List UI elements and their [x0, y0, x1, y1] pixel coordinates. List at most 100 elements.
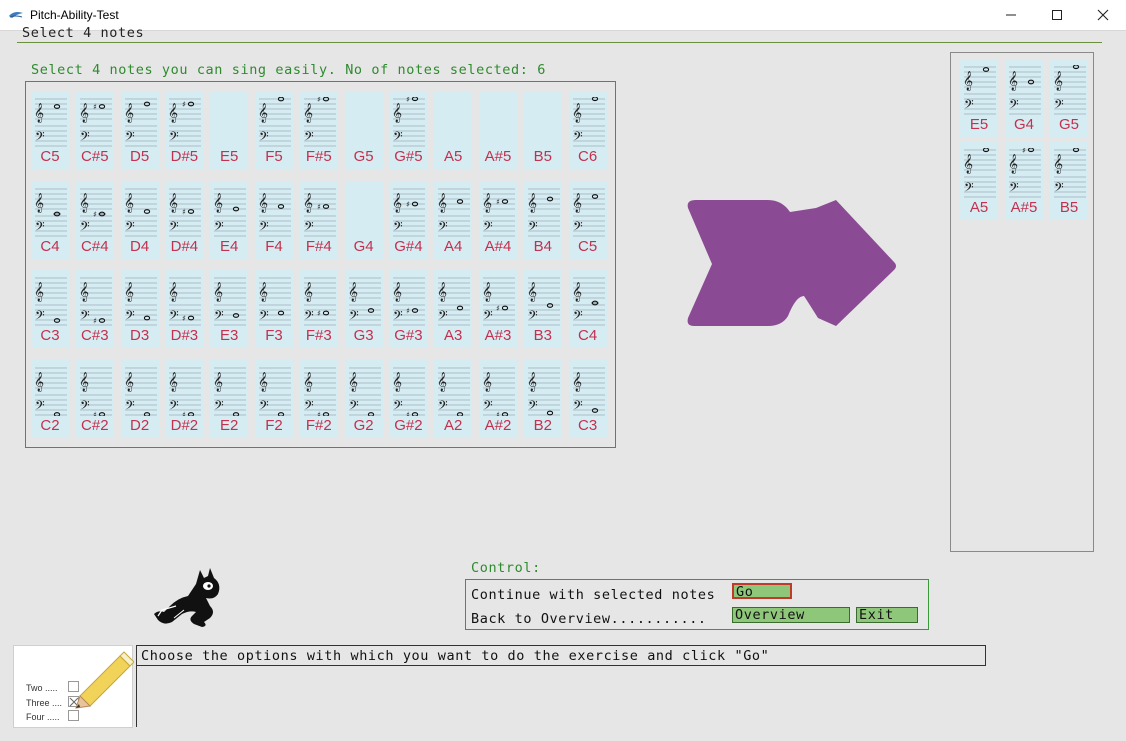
note-card-d2[interactable]: 𝄞 𝄢 D2	[120, 359, 159, 438]
note-card-asharp2[interactable]: 𝄞 𝄢 ♯ A#2	[479, 359, 517, 438]
note-card-f3[interactable]: 𝄞 𝄢 F3	[255, 270, 293, 348]
svg-text:♯: ♯	[496, 197, 500, 206]
note-card-a5[interactable]: 𝄞 𝄢 A5	[960, 142, 998, 220]
grand-staff-icon: 𝄞𝄢	[438, 367, 471, 416]
svg-text:𝄞: 𝄞	[528, 372, 537, 392]
note-card-dsharp5[interactable]: 𝄞 𝄢 ♯ D#5	[165, 91, 204, 169]
svg-text:𝄢: 𝄢	[393, 308, 403, 326]
svg-text:𝄞: 𝄞	[259, 372, 268, 392]
note-card-d4[interactable]: 𝄞 𝄢 D4	[120, 180, 159, 259]
svg-text:𝄞: 𝄞	[259, 282, 268, 302]
note-label: C5	[578, 237, 598, 255]
note-card-f2[interactable]: 𝄞 𝄢 F2	[255, 359, 293, 438]
go-button[interactable]: Go	[732, 583, 792, 599]
note-card-e5[interactable]: E5	[210, 91, 249, 169]
note-card-dsharp3[interactable]: 𝄞 𝄢 ♯ D#3	[165, 270, 204, 348]
svg-text:𝄢: 𝄢	[169, 219, 179, 237]
note-card-b3[interactable]: 𝄞 𝄢 B3	[523, 270, 562, 348]
continue-text: Continue with selected notes	[471, 587, 716, 603]
note-card-c5[interactable]: 𝄞 𝄢 C5	[31, 91, 69, 169]
note-label: E3	[220, 327, 239, 344]
close-button[interactable]	[1080, 0, 1126, 30]
forward-arrow-icon[interactable]	[686, 200, 896, 328]
note-card-gsharp2[interactable]: 𝄞 𝄢 ♯ G#2	[389, 359, 428, 438]
note-card-g2[interactable]: 𝄞 𝄢 G2	[344, 359, 383, 438]
note-card-gsharp5[interactable]: 𝄞 𝄢 ♯ G#5	[389, 91, 428, 169]
note-card-csharp3[interactable]: 𝄞 𝄢 ♯ C#3	[75, 270, 114, 348]
note-card-c5[interactable]: 𝄞 𝄢 C5	[568, 180, 607, 259]
note-label: D3	[130, 327, 150, 344]
back-to-overview-text: Back to Overview...........	[471, 611, 707, 627]
grand-staff-icon: 𝄞𝄢♯	[393, 188, 426, 237]
note-card-g5[interactable]: 𝄞 𝄢 G5	[1050, 59, 1088, 137]
svg-text:♯: ♯	[406, 307, 410, 316]
note-card-b5[interactable]: 𝄞 𝄢 B5	[1050, 142, 1088, 220]
svg-text:♯: ♯	[496, 410, 500, 416]
svg-text:𝄞: 𝄞	[35, 372, 44, 392]
note-card-e3[interactable]: 𝄞 𝄢 E3	[210, 270, 249, 348]
note-card-c4[interactable]: 𝄞 𝄢 C4	[31, 180, 69, 259]
note-card-f5[interactable]: 𝄞 𝄢 F5	[255, 91, 293, 169]
title-bar: Pitch-Ability-Test	[0, 0, 1126, 31]
grand-staff-icon: 𝄞𝄢♯	[79, 188, 112, 237]
svg-text:𝄞: 𝄞	[35, 282, 44, 302]
note-card-e2[interactable]: 𝄞 𝄢 E2	[210, 359, 249, 438]
note-card-fsharp4[interactable]: 𝄞 𝄢 ♯ F#4	[299, 180, 338, 259]
svg-text:♯: ♯	[406, 200, 410, 209]
note-label: F2	[265, 416, 283, 434]
note-card-e4[interactable]: 𝄞 𝄢 E4	[210, 180, 249, 259]
grand-staff-icon: 𝄞𝄢	[124, 188, 157, 237]
svg-text:𝄢: 𝄢	[528, 219, 538, 237]
note-card-asharp5[interactable]: A#5	[479, 91, 517, 169]
note-card-csharp2[interactable]: 𝄞 𝄢 ♯ C#2	[75, 359, 114, 438]
note-card-g5[interactable]: G5	[344, 91, 383, 169]
note-card-e5[interactable]: 𝄞 𝄢 E5	[960, 59, 998, 137]
minimize-button[interactable]	[988, 0, 1034, 30]
svg-text:𝄢: 𝄢	[259, 308, 269, 326]
note-label: D2	[130, 416, 150, 434]
note-card-gsharp3[interactable]: 𝄞 𝄢 ♯ G#3	[389, 270, 428, 348]
note-card-gsharp4[interactable]: 𝄞 𝄢 ♯ G#4	[389, 180, 428, 259]
note-card-d5[interactable]: 𝄞 𝄢 D5	[120, 91, 159, 169]
note-card-fsharp5[interactable]: 𝄞 𝄢 ♯ F#5	[299, 91, 338, 169]
note-card-dsharp4[interactable]: 𝄞 𝄢 ♯ D#4	[165, 180, 204, 259]
note-card-asharp4[interactable]: 𝄞 𝄢 ♯ A#4	[479, 180, 517, 259]
note-label: A#5	[484, 148, 512, 165]
note-card-c6[interactable]: 𝄞 𝄢 C6	[568, 91, 607, 169]
note-card-c4[interactable]: 𝄞 𝄢 C4	[568, 270, 607, 348]
note-card-dsharp2[interactable]: 𝄞 𝄢 ♯ D#2	[165, 359, 204, 438]
note-card-f4[interactable]: 𝄞 𝄢 F4	[255, 180, 293, 259]
note-card-csharp5[interactable]: 𝄞 𝄢 ♯ C#5	[75, 91, 114, 169]
note-card-c3[interactable]: 𝄞 𝄢 C3	[568, 359, 607, 438]
note-card-g4[interactable]: 𝄞 𝄢 G4	[1005, 59, 1043, 137]
note-card-a5[interactable]: A5	[434, 91, 473, 169]
note-card-c3[interactable]: 𝄞 𝄢 C3	[31, 270, 69, 348]
svg-text:𝄢: 𝄢	[964, 180, 974, 198]
note-label: A#3	[484, 327, 512, 344]
svg-text:𝄞: 𝄞	[573, 282, 582, 302]
grand-staff-icon: 𝄞𝄢	[124, 98, 157, 147]
note-card-b4[interactable]: 𝄞 𝄢 B4	[523, 180, 562, 259]
svg-text:𝄞: 𝄞	[169, 282, 178, 302]
svg-text:𝄞: 𝄞	[169, 193, 178, 213]
note-card-a4[interactable]: 𝄞 𝄢 A4	[434, 180, 473, 259]
note-card-fsharp3[interactable]: 𝄞 𝄢 ♯ F#3	[299, 270, 338, 348]
note-card-g3[interactable]: 𝄞 𝄢 G3	[344, 270, 383, 348]
note-card-b2[interactable]: 𝄞 𝄢 B2	[523, 359, 562, 438]
note-card-asharp5[interactable]: 𝄞 𝄢 ♯ A#5	[1005, 142, 1043, 220]
note-card-g4[interactable]: G4	[344, 180, 383, 259]
svg-text:𝄞: 𝄞	[528, 282, 537, 302]
maximize-button[interactable]	[1034, 0, 1080, 30]
svg-text:𝄢: 𝄢	[438, 219, 448, 237]
note-card-d3[interactable]: 𝄞 𝄢 D3	[120, 270, 159, 348]
note-card-asharp3[interactable]: 𝄞 𝄢 ♯ A#3	[479, 270, 517, 348]
note-card-fsharp2[interactable]: 𝄞 𝄢 ♯ F#2	[299, 359, 338, 438]
note-card-csharp4[interactable]: 𝄞 𝄢 ♯ C#4	[75, 180, 114, 259]
overview-button[interactable]: Overview	[732, 607, 850, 623]
note-card-a3[interactable]: 𝄞 𝄢 A3	[434, 270, 473, 348]
exit-button[interactable]: Exit	[856, 607, 918, 623]
note-card-b5[interactable]: B5	[523, 91, 562, 169]
note-card-a2[interactable]: 𝄞 𝄢 A2	[434, 359, 473, 438]
note-label: C#2	[81, 416, 109, 434]
note-card-c2[interactable]: 𝄞 𝄢 C2	[31, 359, 69, 438]
